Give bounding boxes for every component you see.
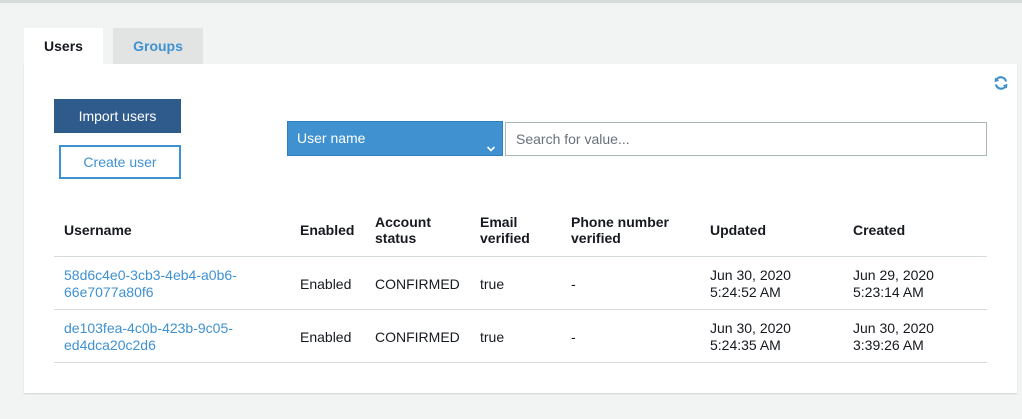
header-line: Account: [375, 214, 431, 230]
time-line: 5:23:14 AM: [853, 284, 924, 300]
phone-verified-cell: -: [571, 276, 576, 292]
top-divider: [0, 0, 1022, 3]
username-line: de103fea-4c0b-423b-9c05-: [64, 320, 233, 336]
tab-groups[interactable]: Groups: [113, 28, 203, 64]
tab-bar: Users Groups: [24, 28, 203, 64]
updated-cell: Jun 30, 2020 5:24:35 AM: [710, 320, 791, 354]
refresh-icon[interactable]: [993, 75, 1009, 91]
time-line: 5:24:52 AM: [710, 284, 781, 300]
column-header-created[interactable]: Created: [853, 222, 905, 238]
created-cell: Jun 29, 2020 5:23:14 AM: [853, 267, 934, 301]
account-status-cell: CONFIRMED: [375, 329, 460, 345]
attribute-select[interactable]: User name: [287, 121, 503, 156]
username-link[interactable]: de103fea-4c0b-423b-9c05- ed4dca20c2d6: [64, 320, 264, 354]
date-line: Jun 29, 2020: [853, 267, 934, 283]
row-divider: [54, 309, 987, 310]
enabled-cell: Enabled: [300, 329, 352, 345]
email-verified-cell: true: [480, 329, 505, 345]
header-line: status: [375, 230, 417, 246]
chevron-down-icon: [486, 133, 496, 152]
create-user-button[interactable]: Create user: [59, 145, 181, 179]
column-header-phone-verified[interactable]: Phone number verified: [571, 214, 669, 246]
header-line: verified: [480, 230, 530, 246]
attribute-select-value: User name: [297, 130, 366, 146]
tab-users[interactable]: Users: [24, 28, 103, 64]
header-divider: [54, 256, 987, 257]
username-line: 58d6c4e0-3cb3-4eb4-a0b6-: [64, 267, 237, 283]
header-line: verified: [571, 230, 621, 246]
username-link[interactable]: 58d6c4e0-3cb3-4eb4-a0b6- 66e7077a80f6: [64, 267, 264, 301]
column-header-updated[interactable]: Updated: [710, 222, 766, 238]
column-header-enabled[interactable]: Enabled: [300, 222, 354, 238]
column-header-username[interactable]: Username: [64, 222, 132, 238]
time-line: 3:39:26 AM: [853, 337, 924, 353]
time-line: 5:24:35 AM: [710, 337, 781, 353]
created-cell: Jun 30, 2020 3:39:26 AM: [853, 320, 934, 354]
username-line: 66e7077a80f6: [64, 284, 154, 300]
account-status-cell: CONFIRMED: [375, 276, 460, 292]
row-divider: [54, 362, 987, 363]
phone-verified-cell: -: [571, 329, 576, 345]
search-input[interactable]: [505, 122, 987, 156]
date-line: Jun 30, 2020: [710, 320, 791, 336]
email-verified-cell: true: [480, 276, 505, 292]
column-header-email-verified[interactable]: Email verified: [480, 214, 530, 246]
updated-cell: Jun 30, 2020 5:24:52 AM: [710, 267, 791, 301]
column-header-account-status[interactable]: Account status: [375, 214, 431, 246]
username-line: ed4dca20c2d6: [64, 337, 156, 353]
header-line: Phone number: [571, 214, 670, 230]
import-users-button[interactable]: Import users: [54, 99, 181, 133]
enabled-cell: Enabled: [300, 276, 352, 292]
date-line: Jun 30, 2020: [710, 267, 791, 283]
date-line: Jun 30, 2020: [853, 320, 934, 336]
header-line: Email: [480, 214, 518, 230]
